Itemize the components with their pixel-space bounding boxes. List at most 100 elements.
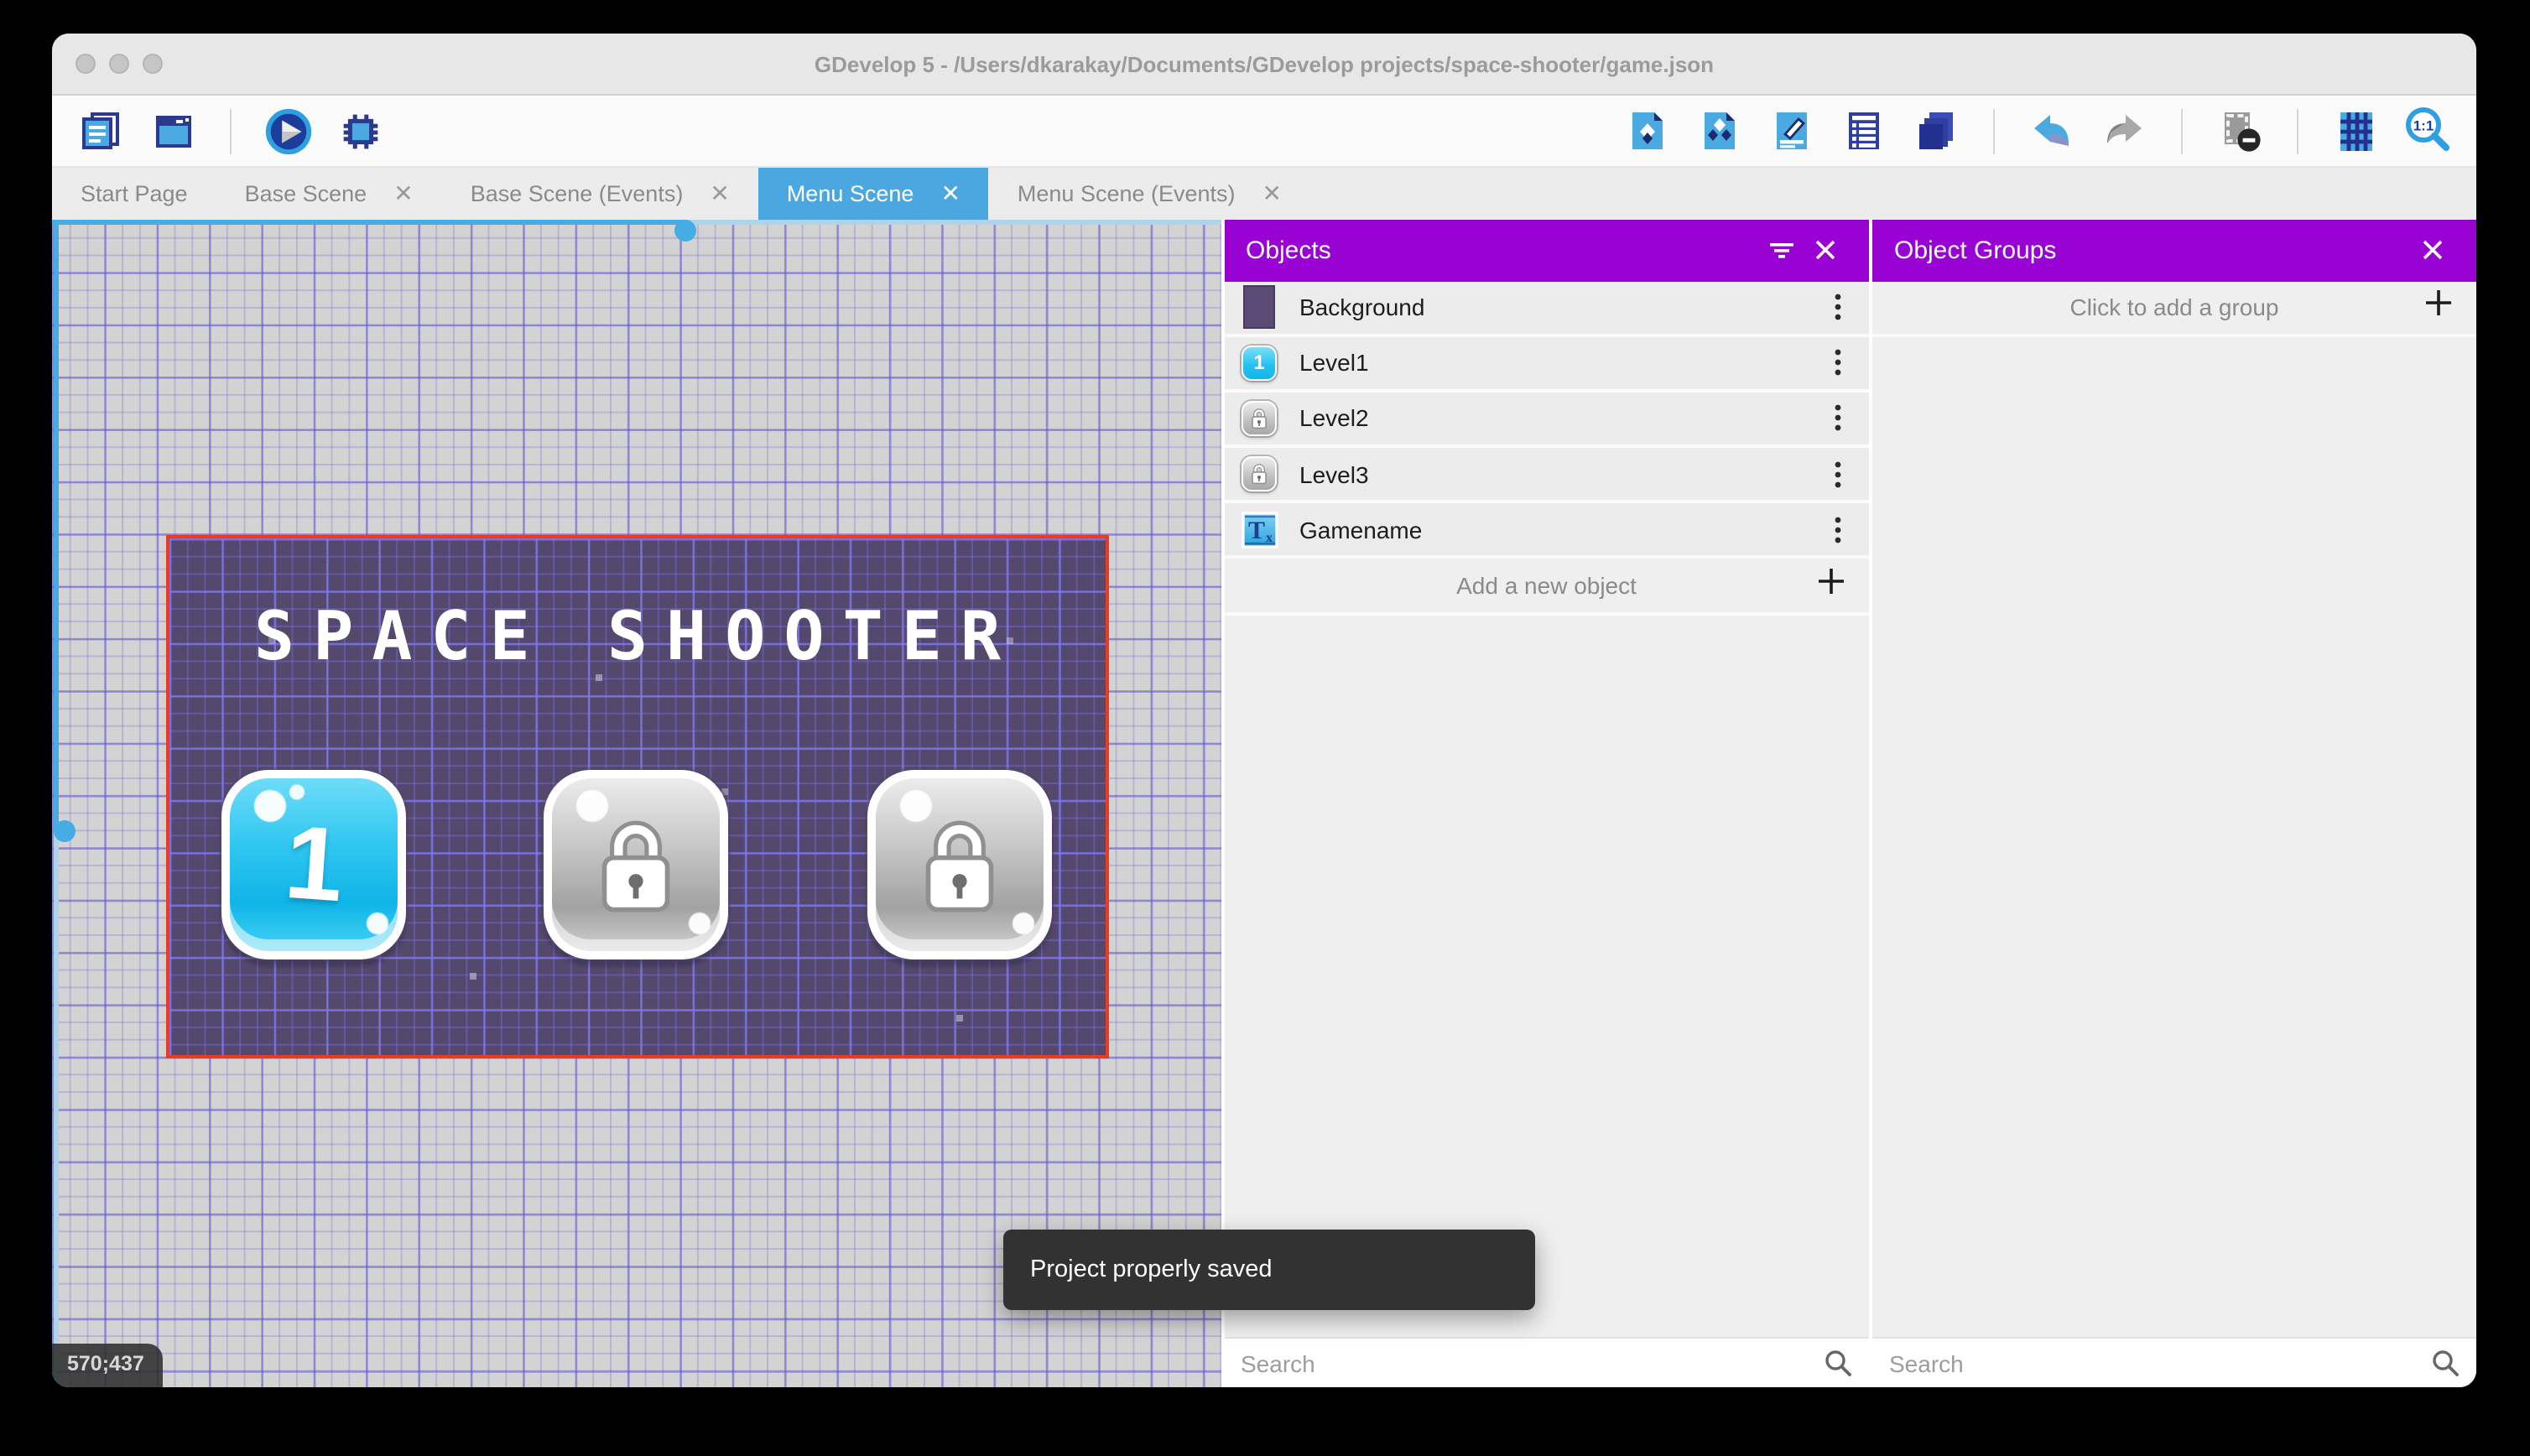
- level1-thumbnail: 1: [1242, 345, 1277, 381]
- object-menu-button[interactable]: [1822, 459, 1852, 489]
- close-object-groups-panel-button[interactable]: [2411, 229, 2455, 273]
- lock-icon: [601, 819, 670, 912]
- minimize-window-button[interactable]: [109, 54, 129, 74]
- tab-close-icon[interactable]: ✕: [1262, 179, 1282, 208]
- toolbar-separator: [1993, 108, 1995, 153]
- vertical-scrollbar[interactable]: [54, 220, 75, 1387]
- zoom-original-button[interactable]: 1:1: [2402, 106, 2453, 156]
- vertical-dots-icon: [1834, 460, 1840, 487]
- object-row-level2[interactable]: Level2: [1224, 392, 1869, 449]
- groups-search-bar: [1872, 1337, 2476, 1387]
- object-menu-button[interactable]: [1822, 515, 1852, 545]
- tab-menu-scene[interactable]: Menu Scene ✕: [757, 168, 989, 220]
- add-group-button[interactable]: Click to add a group: [1872, 281, 2476, 337]
- tab-close-icon[interactable]: ✕: [710, 179, 729, 208]
- filter-icon: [1770, 243, 1793, 259]
- properties-icon: [1777, 112, 1807, 149]
- plus-icon: [1817, 567, 1845, 604]
- toggle-mask-button[interactable]: [2215, 106, 2265, 156]
- object-menu-button[interactable]: [1822, 348, 1852, 378]
- tab-close-icon[interactable]: ✕: [940, 179, 960, 208]
- toggle-objects-panel-button[interactable]: [1622, 106, 1673, 156]
- open-properties-button[interactable]: [1767, 106, 1817, 156]
- screen: GDevelop 5 - /Users/dkarakay/Documents/G…: [0, 0, 2530, 1456]
- toggle-grid-button[interactable]: [2330, 106, 2381, 156]
- content: SPACE SHOOTER 1 570;437 Objects Backgrou…: [52, 220, 2476, 1387]
- tab-close-icon[interactable]: ✕: [393, 179, 413, 208]
- level1-button-instance[interactable]: 1: [221, 770, 406, 959]
- add-new-object-button[interactable]: Add a new object: [1224, 559, 1869, 616]
- search-icon: [2433, 1350, 2459, 1376]
- tab-menu-scene-events[interactable]: Menu Scene (Events) ✕: [989, 168, 1310, 220]
- app-window: GDevelop 5 - /Users/dkarakay/Documents/G…: [52, 34, 2476, 1387]
- scene-window[interactable]: SPACE SHOOTER 1: [165, 535, 1108, 1058]
- close-window-button[interactable]: [75, 54, 96, 74]
- project-manager-icon: [81, 112, 118, 148]
- undo-icon: [2034, 115, 2069, 146]
- objects-search-input[interactable]: [1241, 1349, 1824, 1376]
- tab-label: Base Scene (Events): [470, 181, 684, 206]
- groups-search-input[interactable]: [1889, 1349, 2431, 1376]
- project-manager-button[interactable]: [75, 106, 126, 156]
- object-menu-button[interactable]: [1822, 403, 1852, 434]
- object-row-level1[interactable]: 1 Level1: [1224, 336, 1869, 393]
- cursor-coordinates: 570;437: [52, 1344, 163, 1387]
- tab-base-scene-events[interactable]: Base Scene (Events) ✕: [442, 168, 758, 220]
- close-objects-panel-button[interactable]: [1804, 229, 1847, 273]
- redo-icon: [2107, 115, 2142, 143]
- tab-label: Start Page: [81, 181, 188, 206]
- vertical-scrollbar-thumb[interactable]: [54, 820, 75, 842]
- save-toast: Project properly saved: [1003, 1230, 1535, 1310]
- open-instances-list-button[interactable]: [1839, 106, 1889, 156]
- filter-button[interactable]: [1760, 229, 1804, 273]
- tab-base-scene[interactable]: Base Scene ✕: [216, 168, 442, 220]
- objects-search-bar: [1224, 1337, 1869, 1387]
- play-icon: [265, 107, 312, 154]
- titlebar: GDevelop 5 - /Users/dkarakay/Documents/G…: [52, 34, 2476, 96]
- toggle-object-groups-panel-button[interactable]: [1694, 106, 1745, 156]
- object-groups-panel-header: Object Groups: [1872, 220, 2476, 281]
- toolbar-separator: [2181, 108, 2183, 153]
- debug-icon: [343, 113, 378, 148]
- objects-panel-icon: [1632, 112, 1663, 149]
- lock-icon: [924, 819, 993, 912]
- window-title: GDevelop 5 - /Users/dkarakay/Documents/G…: [814, 51, 1715, 76]
- undo-button[interactable]: [2027, 106, 2077, 156]
- level2-button-instance[interactable]: [544, 770, 728, 959]
- horizontal-scrollbar-thumb[interactable]: [674, 220, 696, 242]
- tab-label: Base Scene: [244, 181, 367, 206]
- vertical-dots-icon: [1834, 294, 1840, 320]
- objects-panel: Objects Background 1 Level1 Level2 Level…: [1221, 220, 1872, 1387]
- open-scene-button[interactable]: [148, 106, 198, 156]
- scene-editor-canvas[interactable]: SPACE SHOOTER 1 570;437: [52, 220, 1221, 1387]
- debug-button[interactable]: [336, 106, 386, 156]
- horizontal-scrollbar[interactable]: [52, 220, 1221, 242]
- objects-panel-header: Objects: [1224, 220, 1869, 281]
- level3-button-instance[interactable]: [867, 770, 1051, 959]
- object-row-background[interactable]: Background: [1224, 281, 1869, 337]
- toolbar-separator: [230, 108, 232, 153]
- zoom-window-button[interactable]: [143, 54, 163, 74]
- background-thumbnail: [1243, 285, 1275, 330]
- redo-button[interactable]: [2099, 106, 2149, 156]
- layers-icon: [1919, 112, 1953, 149]
- object-groups-panel-title: Object Groups: [1894, 236, 2057, 265]
- close-icon: [2423, 241, 2443, 260]
- grid-icon: [2340, 112, 2371, 150]
- vertical-dots-icon: [1834, 405, 1840, 432]
- tab-bar: Start Page Base Scene ✕ Base Scene (Even…: [52, 168, 2476, 220]
- toolbar-separator: [2297, 108, 2298, 153]
- object-row-gamename[interactable]: T x Gamename: [1224, 503, 1869, 559]
- lock-icon: [1252, 408, 1267, 429]
- object-row-level3[interactable]: Level3: [1224, 448, 1869, 504]
- gamename-text-instance[interactable]: SPACE SHOOTER: [169, 599, 1105, 676]
- open-layers-button[interactable]: [1911, 106, 1961, 156]
- lock-icon: [1252, 464, 1267, 485]
- toolbar: 1:1: [52, 96, 2476, 168]
- object-menu-button[interactable]: [1822, 292, 1852, 322]
- background-stars: [169, 538, 172, 542]
- vertical-dots-icon: [1834, 517, 1840, 543]
- play-button[interactable]: [263, 106, 314, 156]
- zoom-1-1-icon: 1:1: [2406, 107, 2449, 151]
- tab-start-page[interactable]: Start Page: [52, 168, 216, 220]
